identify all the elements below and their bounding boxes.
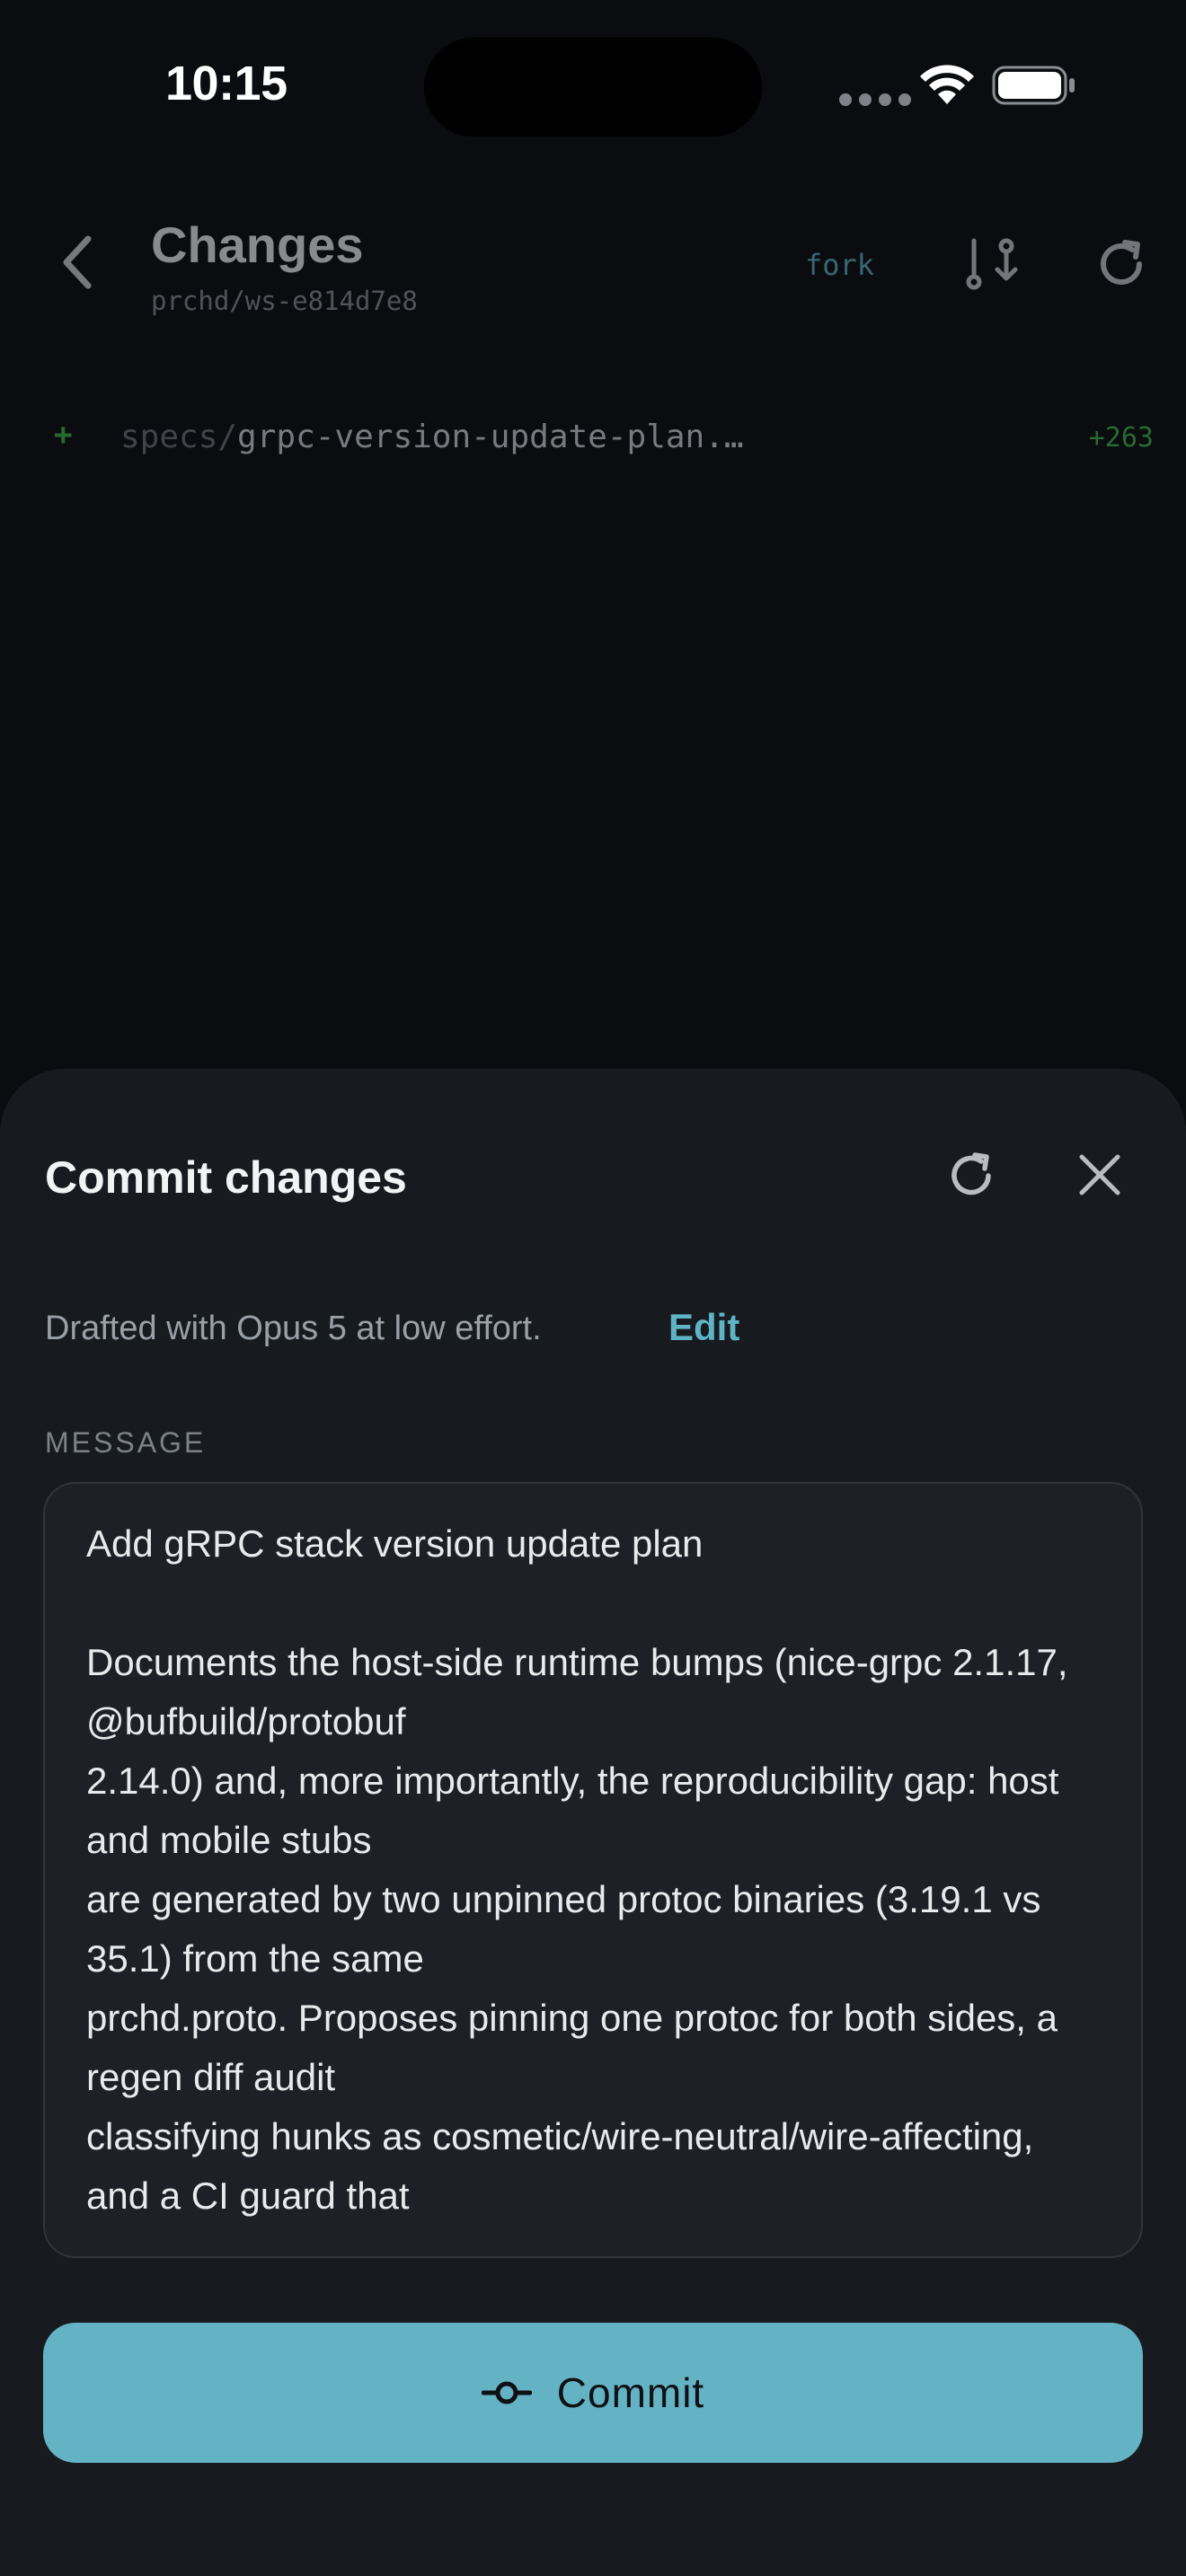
fork-button[interactable]: fork (805, 248, 874, 282)
status-time: 10:15 (165, 57, 288, 110)
close-icon[interactable] (1076, 1151, 1123, 1198)
file-name: grpc-version-update-plan.… (237, 419, 744, 455)
edit-button[interactable]: Edit (668, 1306, 739, 1349)
file-directory: specs/ (120, 419, 238, 455)
git-commit-icon (481, 2381, 532, 2404)
refresh-icon[interactable] (1094, 237, 1148, 291)
commit-message-field[interactable]: Add gRPC stack version update plan Docum… (43, 1482, 1143, 2258)
page-title: Changes (151, 216, 364, 273)
changed-file-row[interactable]: + specs/grpc-version-update-plan.… +263 (0, 417, 1186, 462)
commit-sheet: Commit changes Drafted with Opus 5 at lo… (0, 1069, 1186, 2576)
commit-button[interactable]: Commit (43, 2323, 1143, 2463)
battery-icon (992, 66, 1075, 105)
file-path: specs/grpc-version-update-plan.… (120, 419, 744, 455)
message-label: MESSAGE (45, 1426, 207, 1459)
regenerate-icon[interactable] (945, 1150, 997, 1202)
commit-button-label: Commit (556, 2369, 705, 2416)
sheet-title: Commit changes (45, 1152, 407, 1203)
file-status-added: + (54, 417, 73, 453)
chevron-left-icon (63, 235, 92, 289)
file-additions-count: +263 (1088, 422, 1154, 454)
branch-name: prchd/ws-e814d7e8 (151, 286, 418, 316)
dynamic-island (424, 38, 762, 137)
commit-message-text[interactable]: Add gRPC stack version update plan Docum… (86, 1514, 1100, 2229)
cellular-signal-icon (839, 93, 911, 106)
screen: 10:15 Changes prchd/ws-e814d7e8 fork + s… (0, 0, 1186, 2576)
pull-request-icon[interactable] (961, 235, 1019, 293)
draft-note: Drafted with Opus 5 at low effort. (45, 1310, 542, 1347)
back-button[interactable] (52, 230, 102, 295)
wifi-icon (920, 65, 974, 104)
